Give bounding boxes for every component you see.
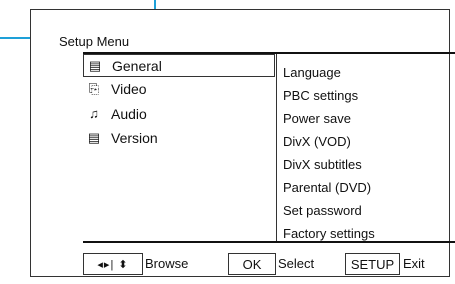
select-label: Select <box>278 256 315 271</box>
category-list: ▤ General ⎘ Video ♫ Audio ▤ Version <box>83 54 275 241</box>
callout-line-horizontal <box>0 37 31 39</box>
info-icon: ▤ <box>87 129 101 145</box>
category-label: General <box>112 57 162 74</box>
video-camera-icon: ⎘ <box>88 80 100 96</box>
options-list: Language PBC settings Power save DivX (V… <box>283 61 375 245</box>
ok-button[interactable]: OK <box>228 253 276 275</box>
footer-legend: ◂▸| ⬍ Browse OK Select SETUP Exit <box>83 253 455 275</box>
category-label: Video <box>111 80 147 97</box>
option-divx-subtitles[interactable]: DivX subtitles <box>283 153 375 176</box>
category-video[interactable]: ⎘ Video <box>83 77 275 100</box>
column-divider <box>276 54 277 241</box>
option-pbc-settings[interactable]: PBC settings <box>283 84 375 107</box>
option-parental-dvd[interactable]: Parental (DVD) <box>283 176 375 199</box>
category-audio[interactable]: ♫ Audio <box>83 102 275 125</box>
option-language[interactable]: Language <box>283 61 375 84</box>
option-power-save[interactable]: Power save <box>283 107 375 130</box>
settings-icon: ▤ <box>88 57 102 73</box>
setup-screen: Setup Menu ▤ General ⎘ Video ♫ Audio ▤ V… <box>30 9 455 277</box>
category-label: Version <box>111 129 158 146</box>
navigation-arrows-icon: ◂▸| ⬍ <box>97 258 129 271</box>
menu-title: Setup Menu <box>59 34 130 49</box>
category-label: Audio <box>111 105 147 122</box>
category-version[interactable]: ▤ Version <box>83 126 275 149</box>
setup-button[interactable]: SETUP <box>345 253 400 275</box>
option-set-password[interactable]: Set password <box>283 199 375 222</box>
option-divx-vod[interactable]: DivX (VOD) <box>283 130 375 153</box>
nav-keys-box: ◂▸| ⬍ <box>83 253 143 275</box>
bottom-divider <box>83 241 455 243</box>
exit-label: Exit <box>403 256 425 271</box>
category-general[interactable]: ▤ General <box>83 54 275 77</box>
music-note-icon: ♫ <box>89 106 99 121</box>
browse-label: Browse <box>145 256 189 271</box>
